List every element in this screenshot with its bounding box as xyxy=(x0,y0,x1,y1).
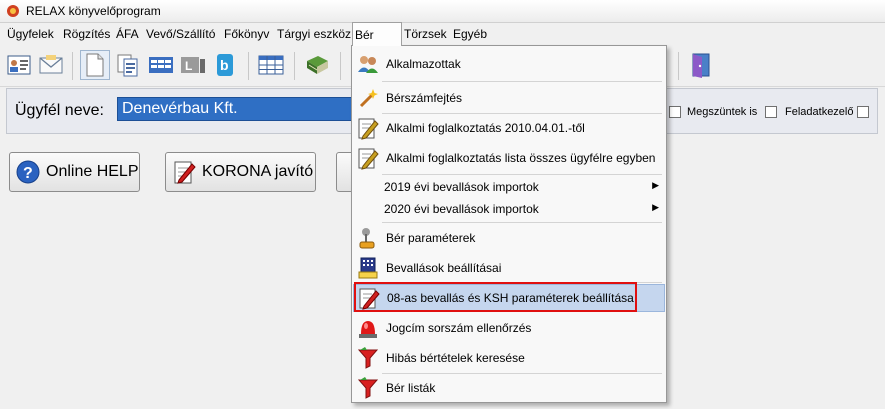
online-help-button[interactable]: ? Online HELP xyxy=(9,152,140,192)
menu-item-hibas-bertetelek[interactable]: Hibás bértételek keresése xyxy=(353,344,665,372)
menu-item-alkalmazottak[interactable]: Alkalmazottak xyxy=(353,50,665,78)
app-icon xyxy=(7,5,19,17)
menu-item-berszamfejtes[interactable]: Bérszámfejtés xyxy=(353,84,665,112)
table-grid-icon xyxy=(258,55,284,75)
closed-too-label: Megszüntek is xyxy=(687,106,758,118)
toolbar-table-button[interactable] xyxy=(256,50,286,80)
menu-item-alkalmi-foglalkoztatas[interactable]: Alkalmi foglalkoztatás 2010.04.01.-től xyxy=(353,114,665,142)
menu-separator xyxy=(382,282,662,283)
menu-item-bevallasok-beallitasai[interactable]: Bevallások beállításai xyxy=(353,254,665,282)
l-badge-icon: L xyxy=(181,57,205,73)
edit-document-icon xyxy=(357,286,381,310)
menu-item-label: Bér paraméterek xyxy=(386,231,476,245)
submenu-arrow-icon: ▶ xyxy=(652,180,659,190)
svg-text:?: ? xyxy=(23,165,33,182)
b-badge-icon: b xyxy=(217,54,233,76)
menu-targyi-eszkoz[interactable]: Tárgyi eszköz xyxy=(275,23,353,45)
menu-item-label: 08-as bevallás és KSH paraméterek beállí… xyxy=(387,291,634,305)
client-name-label: Ügyfél neve: xyxy=(15,102,104,119)
menu-vevo-szallito[interactable]: Vevő/Szállító xyxy=(144,23,217,45)
toolbar-b-button[interactable]: b xyxy=(210,50,240,80)
filter-icon xyxy=(356,346,380,370)
ber-dropdown-menu: Alkalmazottak Bérszámfejtés Alkalmi fogl… xyxy=(351,45,667,403)
submenu-arrow-icon: ▶ xyxy=(652,202,659,212)
magic-wand-icon xyxy=(356,86,380,110)
task-manager-label: Feladatkezelő xyxy=(785,106,854,118)
menu-separator xyxy=(382,222,662,223)
toolbar-ledger-button[interactable] xyxy=(146,50,176,80)
menu-torzsek[interactable]: Törzsek xyxy=(402,23,449,45)
alarm-light-icon xyxy=(356,316,380,340)
people-icon xyxy=(356,52,380,76)
menu-item-label: Jogcím sorszám ellenőrzés xyxy=(386,321,532,335)
client-name-field[interactable]: Denevérbau Kft. xyxy=(117,97,362,121)
menu-item-2020-imports[interactable]: 2020 évi bevallások importok ▶ xyxy=(353,198,665,220)
online-help-label: Online HELP xyxy=(46,163,139,180)
menu-egyeb[interactable]: Egyéb xyxy=(451,23,489,45)
svg-text:L: L xyxy=(185,59,192,73)
menu-fokonyv[interactable]: Főkönyv xyxy=(222,23,271,45)
menu-bar: Ügyfelek Rögzítés ÁFA Vevő/Szállító Főkö… xyxy=(0,22,885,46)
exit-door-icon xyxy=(692,53,710,78)
menu-item-label: Bevallások beállításai xyxy=(386,261,502,275)
closed-too-checkbox[interactable] xyxy=(669,106,681,118)
toolbar-separator xyxy=(340,52,341,80)
closed-too-checkbox-2[interactable] xyxy=(765,106,777,118)
menu-item-ber-parameterek[interactable]: Bér paraméterek xyxy=(353,224,665,252)
menu-ber[interactable]: Bér xyxy=(352,22,402,46)
window-title: RELAX könyvelőprogram xyxy=(26,4,161,18)
menu-afa[interactable]: ÁFA xyxy=(114,23,141,45)
menu-separator xyxy=(382,81,662,82)
menu-item-label: 2020 évi bevallások importok xyxy=(384,202,539,216)
menu-item-label: Alkalmazottak xyxy=(386,57,461,71)
task-manager-checkbox[interactable] xyxy=(857,106,869,118)
menu-separator xyxy=(382,174,662,175)
id-card-icon xyxy=(7,55,31,75)
envelope-icon xyxy=(39,55,63,74)
toolbar-separator xyxy=(72,52,73,80)
svg-text:b: b xyxy=(220,57,229,73)
help-icon: ? xyxy=(16,160,40,184)
menu-item-label: 2019 évi bevallások importok xyxy=(384,180,539,194)
menu-item-jogcim-ellenorzes[interactable]: Jogcím sorszám ellenőrzés xyxy=(353,314,665,342)
menu-item-08-bevallas-ksh[interactable]: 08-as bevallás és KSH paraméterek beállí… xyxy=(353,284,665,312)
korona-fixer-button[interactable]: KORONA javító xyxy=(165,152,316,192)
menu-ugyfelek[interactable]: Ügyfelek xyxy=(5,23,56,45)
toolbar-client-card-button[interactable] xyxy=(4,50,34,80)
spreadsheet-icon xyxy=(149,57,173,73)
document-icon xyxy=(86,53,104,77)
menu-item-2019-imports[interactable]: 2019 évi bevallások importok ▶ xyxy=(353,176,665,198)
calculator-hand-icon xyxy=(356,256,380,280)
documents-icon xyxy=(117,54,138,77)
title-bar: RELAX könyvelőprogram xyxy=(0,0,885,23)
filter-icon xyxy=(356,376,380,400)
menu-item-label: Bérszámfejtés xyxy=(386,91,463,105)
toolbar-books-button[interactable] xyxy=(302,50,332,80)
books-icon xyxy=(307,56,328,74)
menu-item-label: Hibás bértételek keresése xyxy=(386,351,525,365)
joystick-icon xyxy=(356,226,380,250)
toolbar-separator xyxy=(678,52,679,80)
menu-item-ber-listak[interactable]: Bér listák xyxy=(353,374,665,402)
toolbar-l-button[interactable]: L xyxy=(178,50,208,80)
toolbar-copy-documents-button[interactable] xyxy=(113,50,143,80)
korona-fixer-label: KORONA javító xyxy=(202,163,314,180)
toolbar-mail-button[interactable] xyxy=(36,50,66,80)
menu-item-alkalmi-lista[interactable]: Alkalmi foglalkoztatás lista összes ügyf… xyxy=(353,144,665,172)
menu-rogzites[interactable]: Rögzítés xyxy=(61,23,112,45)
edit-document-icon xyxy=(356,146,380,170)
menu-item-label: Alkalmi foglalkoztatás lista összes ügyf… xyxy=(386,151,656,165)
toolbar-new-document-button[interactable] xyxy=(80,50,110,80)
menu-item-label: Alkalmi foglalkoztatás 2010.04.01.-től xyxy=(386,121,585,135)
toolbar-separator xyxy=(248,52,249,80)
edit-document-icon xyxy=(174,161,196,184)
edit-document-icon xyxy=(356,116,380,140)
menu-item-label: Bér listák xyxy=(386,381,436,395)
toolbar-exit-button[interactable] xyxy=(686,50,716,80)
toolbar-separator xyxy=(294,52,295,80)
